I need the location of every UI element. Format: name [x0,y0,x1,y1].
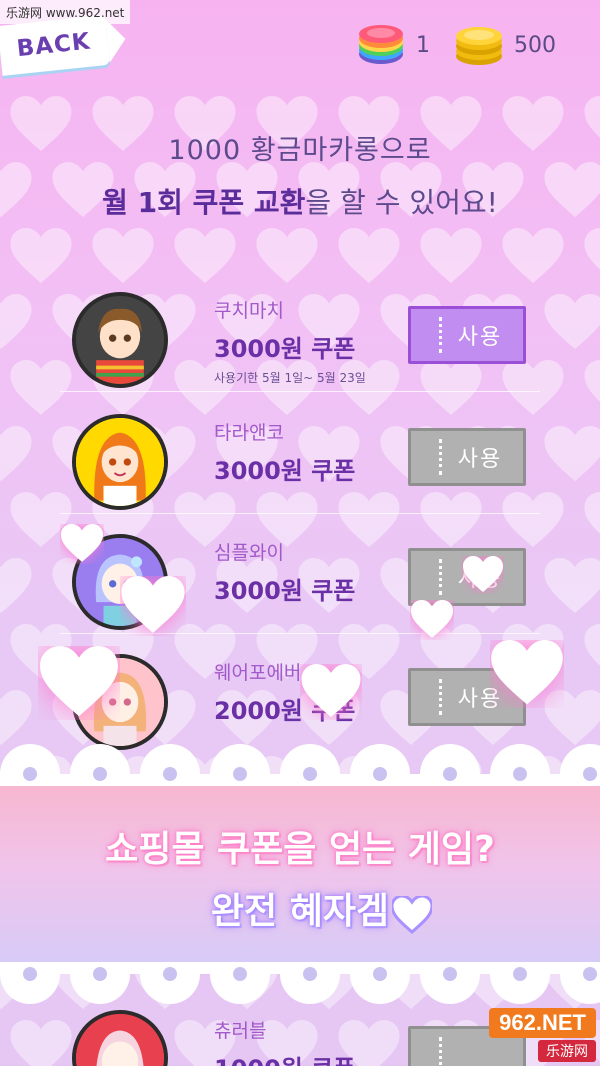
floating-heart-icon [301,664,361,718]
macaron-count: 1 [416,32,430,58]
floating-heart-icon [463,556,503,592]
perforation [439,559,442,595]
back-label: BACK [15,28,92,63]
banner-line1: 쇼핑몰 쿠폰을 얻는 게임? [105,829,495,870]
banner-line2: 완전 혜자겜 [210,891,390,932]
perforation [439,439,442,475]
coupon-validity: 사용기한 5월 1일~ 5월 23일 [214,371,366,385]
use-coupon-button[interactable]: 사용 [408,306,526,364]
avatar [72,292,168,388]
perforation [439,1037,442,1066]
divider [60,391,540,392]
use-button-label: 사용 [457,325,503,350]
watermark-logo: 962.NET 乐游网 [489,1008,596,1062]
coupon-brand: 쿠치마치 [214,300,284,322]
coupon-info: 츄러블 1000원 쿠폰 [214,1016,355,1066]
floating-heart-icon [410,600,454,638]
background-heart [0,294,32,349]
floating-heart-icon [121,576,185,633]
background-heart [584,492,600,534]
coupon-info: 타라앤코 3000원 쿠폰 [214,418,355,486]
background-heart [544,426,600,481]
background-heart [0,426,32,481]
watermark-top: 乐游网 www.962.net [0,0,131,24]
coupon-amount: 1000원 쿠폰 [214,1049,355,1066]
headline-emphasis: 월 1회 쿠폰 교환 [102,186,306,219]
background-heart [584,360,600,402]
macaron-counter: 1 [356,24,430,66]
coupon-row-tara: 타라앤코 3000원 쿠폰 사용 [60,394,540,514]
coin-count: 500 [514,32,556,58]
background-heart [544,294,600,349]
background-heart [584,228,600,270]
avatar [72,414,168,510]
background-heart [0,558,32,613]
gold-coin-stack-icon [456,27,502,65]
coupon-row-kuchimachi: 쿠치마치 3000원 쿠폰 사용기한 5월 1일~ 5월 23일 사용 [60,272,540,392]
heart-icon [392,896,432,934]
promo-banner: 쇼핑몰 쿠폰을 얻는 게임? 완전 혜자겜 [0,786,600,962]
use-coupon-button[interactable]: 사용 [408,428,526,486]
headline-line2: 월 1회 쿠폰 교환을 할 수 있어요! [0,181,600,221]
coupon-amount: 3000원 쿠폰 [214,577,356,605]
use-button-label: 사용 [457,447,503,472]
headline-line1: 1000 황금마카롱으로 [168,135,432,166]
coupon-amount: 3000원 쿠폰 [214,457,356,485]
coupon-brand: 타라앤코 [214,422,284,444]
coin-counter: 500 [454,24,556,66]
watermark-sub: 乐游网 [538,1040,596,1062]
rainbow-macaron-icon [359,25,403,64]
floating-heart-icon [60,524,104,562]
coupon-info: 심플와이 3000원 쿠폰 [214,538,355,606]
background-heart [544,558,600,613]
coupon-brand: 심플와이 [214,542,284,564]
perforation [439,317,442,353]
coupon-info: 쿠치마치 3000원 쿠폰 사용기한 5월 1일~ 5월 23일 [214,296,366,386]
floating-heart-icon [40,646,118,717]
background-heart [584,624,600,666]
floating-heart-icon [491,640,563,705]
watermark-main: 962.NET [489,1008,596,1038]
perforation [439,679,442,715]
coupon-amount: 3000원 쿠폰 [214,335,356,363]
headline-rest: 을 할 수 있어요! [305,186,498,219]
exchange-info: 1000 황금마카롱으로 월 1회 쿠폰 교환을 할 수 있어요! [0,128,600,221]
coupon-brand: 츄러블 [214,1020,267,1042]
